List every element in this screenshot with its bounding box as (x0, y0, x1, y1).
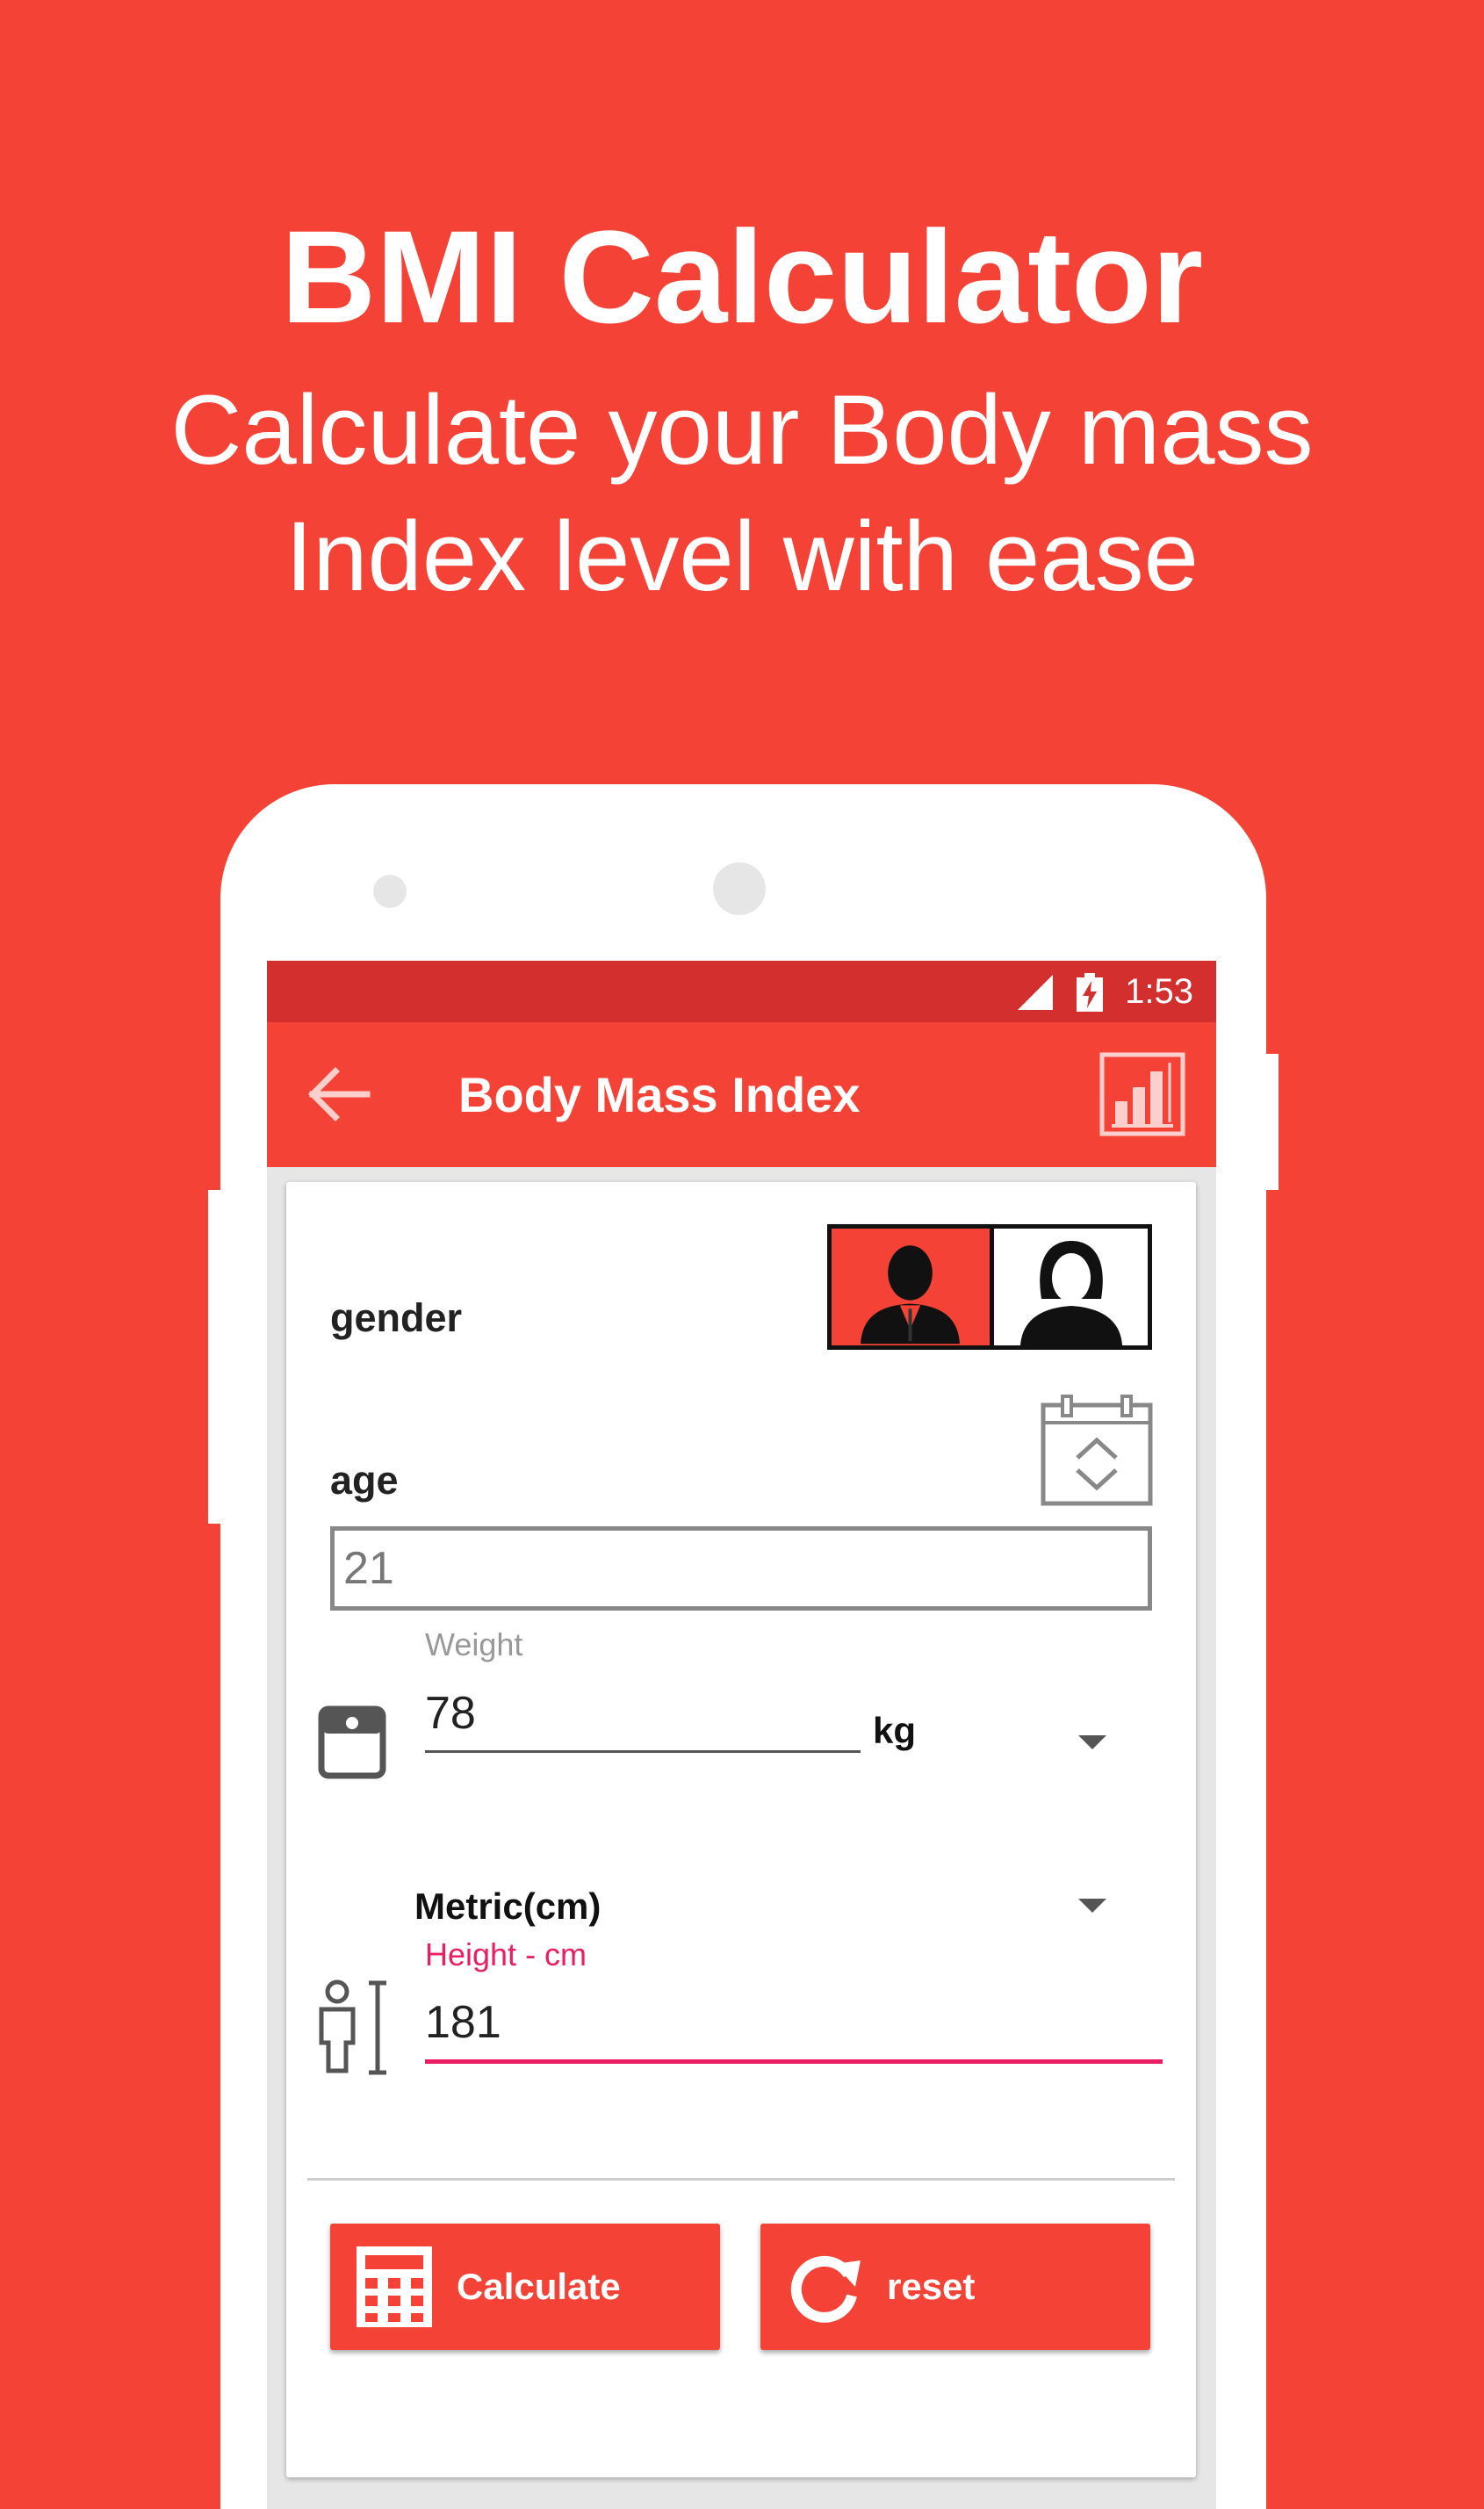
calculate-button-label: Calculate (457, 2266, 621, 2307)
person-height-icon (319, 1979, 386, 2075)
phone-sensor (373, 875, 407, 908)
gender-female-option[interactable] (994, 1229, 1148, 1345)
gender-label: gender (330, 1295, 463, 1340)
phone-side-button (1264, 1054, 1279, 1190)
phone-camera (713, 862, 766, 915)
chevron-down-icon[interactable] (1078, 1735, 1106, 1749)
promo-subtitle-line1: Calculate your Body mass (170, 375, 1314, 485)
female-avatar-icon (1020, 1241, 1122, 1345)
promo-subtitle: Calculate your Body mass Index level wit… (0, 367, 1484, 620)
age-input[interactable]: 21 (330, 1526, 1152, 1611)
gender-toggle (827, 1224, 1152, 1350)
bmi-form-card: gender age 21 Weight 78 kg Metric(cm) He… (286, 1182, 1196, 2477)
weight-input[interactable]: 78 (425, 1683, 861, 1753)
calculate-button[interactable]: Calculate (330, 2224, 720, 2350)
height-unit-select[interactable]: Metric(cm) (414, 1885, 601, 1929)
scale-icon (318, 1705, 386, 1779)
reset-button[interactable]: reset (760, 2224, 1150, 2350)
gender-male-option[interactable] (832, 1229, 994, 1345)
app-title: Body Mass Index (458, 1067, 861, 1122)
age-label: age (330, 1458, 399, 1503)
calendar-icon[interactable] (1040, 1393, 1154, 1507)
app-bar: Body Mass Index (267, 1022, 1216, 1167)
signal-icon (1018, 975, 1053, 1010)
status-time: 1:53 (1125, 972, 1193, 1011)
male-avatar-icon (861, 1245, 960, 1345)
bar-chart-icon[interactable] (1099, 1052, 1185, 1136)
promo-subtitle-line2: Index level with ease (285, 501, 1199, 611)
divider (307, 2178, 1175, 2181)
refresh-icon (790, 2255, 861, 2323)
promo-title: BMI Calculator (280, 203, 1204, 350)
status-bar: 1:53 (267, 961, 1216, 1022)
reset-button-label: reset (887, 2266, 976, 2307)
chevron-down-icon[interactable] (1078, 1899, 1106, 1913)
arrow-left-icon[interactable] (306, 1066, 371, 1122)
height-label: Height - cm (425, 1936, 587, 1972)
weight-label: Weight (425, 1626, 523, 1662)
calculator-icon (357, 2246, 432, 2327)
weight-unit-select[interactable]: kg (873, 1709, 916, 1753)
app-screen: 1:53 Body Mass Index gender age 21 Weigh… (267, 961, 1216, 2509)
battery-charging-icon (1077, 973, 1103, 1012)
height-input[interactable]: 181 (425, 1990, 1163, 2064)
